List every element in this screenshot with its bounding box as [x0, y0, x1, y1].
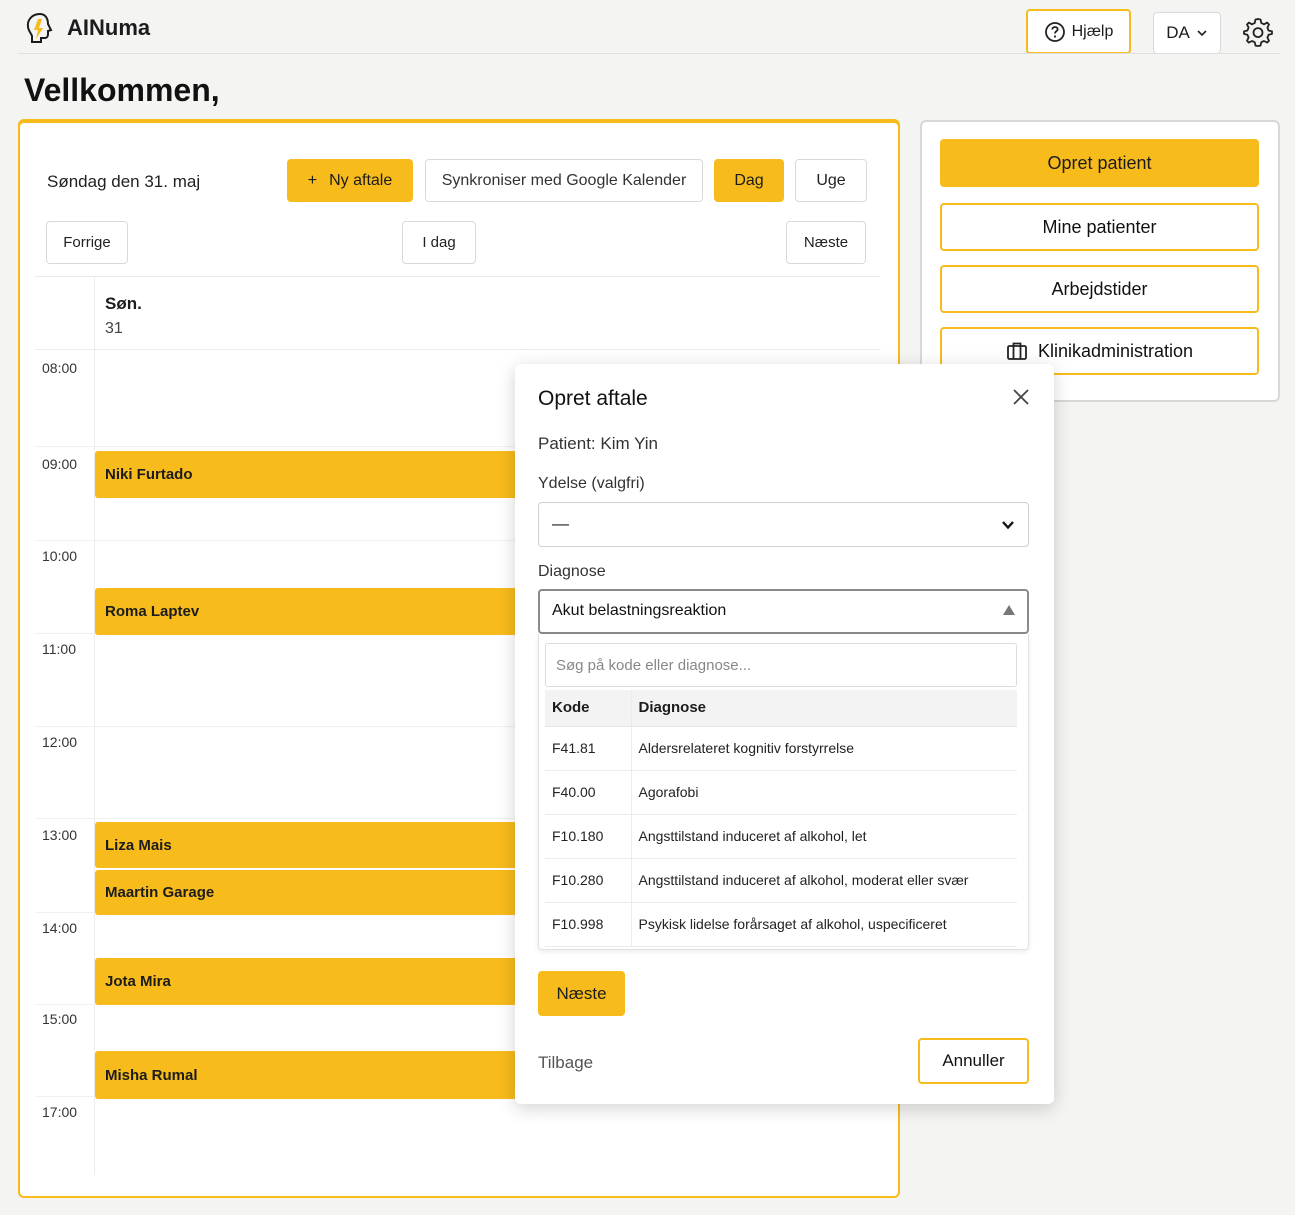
appointment-block[interactable]: Niki Furtado	[95, 451, 525, 498]
diagnosis-cell: Angsttilstand induceret af alkohol, let	[631, 814, 1017, 859]
time-label: 10:00	[42, 548, 78, 564]
close-icon[interactable]	[1010, 386, 1032, 408]
cancel-button[interactable]: Annuller	[918, 1038, 1029, 1084]
help-button[interactable]: Hjælp	[1026, 9, 1131, 54]
week-view-button[interactable]: Uge	[795, 159, 867, 202]
caret-up-icon	[1003, 605, 1015, 615]
time-label: 13:00	[42, 827, 78, 843]
time-label: 08:00	[42, 360, 78, 376]
day-number: 31	[105, 320, 123, 337]
time-label: 12:00	[42, 734, 78, 750]
chevron-down-icon	[1002, 521, 1014, 530]
work-hours-button[interactable]: Arbejdstider	[940, 265, 1259, 313]
chevron-down-icon	[1197, 30, 1207, 37]
column-header-code: Kode	[545, 690, 632, 727]
plus-icon: +	[307, 171, 318, 189]
day-header-divider	[35, 349, 880, 350]
language-label: DA	[1166, 23, 1190, 42]
service-select[interactable]	[538, 502, 1029, 547]
code-cell: F40.00	[545, 770, 632, 815]
welcome-heading: Vellkommen,	[24, 72, 220, 108]
modal-next-button[interactable]: Næste	[538, 971, 625, 1016]
day-view-button[interactable]: Dag	[714, 159, 784, 202]
code-cell: F10.280	[545, 858, 632, 903]
code-cell: F41.81	[545, 726, 632, 771]
diagnosis-cell: Psykisk lidelse forårsaget af alkohol, u…	[631, 902, 1017, 947]
gear-icon[interactable]	[1242, 16, 1274, 48]
patient-label: Patient: Kim Yin	[538, 434, 659, 453]
diagnosis-select-value: Akut belastningsreaktion	[552, 602, 727, 619]
new-appointment-button[interactable]: + Ny aftale	[287, 159, 413, 202]
header-divider	[18, 53, 1280, 54]
help-label: Hjælp	[1071, 22, 1114, 40]
time-label: 11:00	[42, 641, 76, 657]
time-label: 15:00	[42, 1011, 78, 1027]
column-header-diagnosis: Diagnose	[631, 690, 1017, 727]
table-row[interactable]: F10.998 Psykisk lidelse forårsaget af al…	[545, 902, 1017, 947]
time-label: 17:00	[42, 1104, 78, 1120]
sync-google-calendar-button[interactable]: Synkroniser med Google Kalender	[425, 159, 703, 202]
my-patients-button[interactable]: Mine patienter	[940, 203, 1259, 251]
diagnosis-cell: Angsttilstand induceret af alkohol, mode…	[631, 858, 1017, 903]
help-icon	[1044, 21, 1065, 42]
grid-top-divider	[35, 276, 880, 277]
diagnosis-label: Diagnose	[538, 563, 606, 580]
code-cell: F10.180	[545, 814, 632, 859]
language-select[interactable]: DA	[1153, 12, 1221, 54]
service-select-value: —	[552, 514, 569, 533]
back-link[interactable]: Tilbage	[538, 1053, 593, 1073]
appointment-block[interactable]: Roma Laptev	[95, 588, 525, 635]
next-day-button[interactable]: Næste	[786, 221, 866, 264]
today-button[interactable]: I dag	[402, 221, 476, 264]
app-logo-icon	[26, 12, 53, 43]
day-name: Søn.	[105, 294, 142, 313]
time-label: 09:00	[42, 456, 78, 472]
appointment-block[interactable]: Jota Mira	[95, 958, 525, 1005]
diagnosis-search-input[interactable]	[545, 643, 1017, 687]
diagnosis-cell: Agorafobi	[631, 770, 1017, 815]
table-row[interactable]: F10.180 Angsttilstand induceret af alkoh…	[545, 814, 1017, 859]
table-header-row: Kode Diagnose	[545, 690, 1017, 727]
previous-button[interactable]: Forrige	[46, 221, 128, 264]
table-row[interactable]: F10.280 Angsttilstand induceret af alkoh…	[545, 858, 1017, 903]
table-row[interactable]: F41.81 Aldersrelateret kognitiv forstyrr…	[545, 726, 1017, 771]
clinic-admin-label: Klinikadministration	[1037, 340, 1194, 361]
service-label: Ydelse (valgfri)	[538, 475, 645, 492]
appointment-block[interactable]: Liza Mais	[95, 822, 525, 868]
time-label: 14:00	[42, 920, 78, 936]
table-row[interactable]: F40.00 Agorafobi	[545, 770, 1017, 815]
modal-title: Opret aftale	[538, 387, 648, 410]
code-cell: F10.998	[545, 902, 632, 947]
diagnosis-cell: Aldersrelateret kognitiv forstyrrelse	[631, 726, 1017, 771]
appointment-block[interactable]: Misha Rumal	[95, 1051, 525, 1099]
create-patient-button[interactable]: Opret patient	[940, 139, 1259, 187]
briefcase-icon	[1007, 342, 1027, 360]
current-date-label: Søndag den 31. maj	[47, 172, 201, 191]
diagnosis-table: Kode Diagnose F41.81 Aldersrelateret kog…	[545, 690, 1017, 947]
appointment-block[interactable]: Maartin Garage	[95, 870, 525, 915]
new-appointment-label: Ny aftale	[329, 171, 393, 189]
app-title: AINuma	[67, 15, 151, 40]
